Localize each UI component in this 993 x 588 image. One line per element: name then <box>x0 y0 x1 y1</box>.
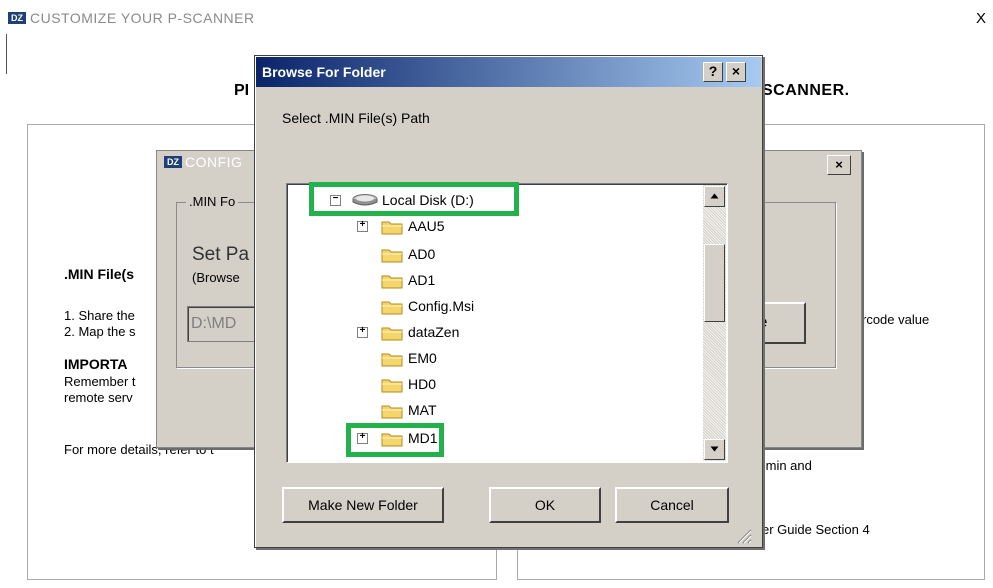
scroll-thumb[interactable] <box>704 244 725 322</box>
barcode-value-text: rcode value <box>862 312 930 327</box>
tree-node-label: AD0 <box>408 246 436 262</box>
scroll-down-button[interactable] <box>704 439 725 460</box>
expand-icon[interactable]: + <box>357 221 368 232</box>
instruction-2: 2. Map the s <box>64 324 136 339</box>
tree-scrollbar[interactable] <box>703 185 726 461</box>
tree-node-label: AD1 <box>408 272 436 288</box>
groupbox-label: .MIN Fo <box>186 194 239 209</box>
user-guide-text: er Guide Section 4 <box>762 522 870 537</box>
folder-icon <box>381 327 403 341</box>
important-label: IMPORTA <box>64 356 128 372</box>
scroll-up-button[interactable] <box>704 186 725 207</box>
tree-node-label: Config.Msi <box>408 298 475 314</box>
close-button[interactable]: × <box>726 62 746 82</box>
min-files-section-label: .MIN File(s <box>64 266 135 282</box>
folder-icon <box>381 221 403 235</box>
highlight-md1 <box>346 423 444 457</box>
folder-icon <box>381 301 403 315</box>
ok-button[interactable]: OK <box>489 487 601 523</box>
remote-server-text: remote serv <box>64 390 133 405</box>
tree-node-label: HD0 <box>408 376 437 392</box>
config-close-button[interactable]: × <box>827 155 851 175</box>
folder-icon <box>381 379 403 393</box>
folder-tree[interactable] <box>286 183 728 463</box>
remember-text: Remember t <box>64 374 136 389</box>
config-dialog-title: CONFIG <box>185 154 243 170</box>
help-button[interactable]: ? <box>703 62 723 82</box>
cancel-button[interactable]: Cancel <box>615 487 729 523</box>
arrow-down-icon <box>710 446 719 452</box>
tree-node-label: dataZen <box>408 324 460 340</box>
highlight-local-disk <box>309 182 519 216</box>
folder-icon <box>381 275 403 289</box>
make-new-folder-button[interactable]: Make New Folder <box>282 487 444 523</box>
instruction-1: 1. Share the <box>64 308 135 323</box>
browse-dialog-title: Browse For Folder <box>262 64 386 80</box>
select-path-prompt: Select .MIN File(s) Path <box>282 110 430 126</box>
page-heading-right: SCANNER. <box>762 82 850 99</box>
tree-node-label: EM0 <box>408 350 437 366</box>
folder-icon <box>381 249 403 263</box>
browse-hint: (Browse <box>192 270 240 285</box>
config-logo-icon: DZ <box>164 156 182 168</box>
app-logo-icon: DZ <box>8 12 26 24</box>
tree-node-label: MAT <box>408 402 437 418</box>
set-path-label: Set Pa <box>192 244 250 265</box>
tree-node-label: AAU5 <box>408 218 445 234</box>
page-heading-left: PI <box>234 82 250 99</box>
expand-icon[interactable]: + <box>357 327 368 338</box>
main-window-title: CUSTOMIZE YOUR P-SCANNER <box>30 10 255 26</box>
main-close-button[interactable]: X <box>969 8 993 30</box>
arrow-up-icon <box>710 193 719 199</box>
window-edge <box>6 34 7 74</box>
folder-icon <box>381 405 403 419</box>
folder-icon <box>381 353 403 367</box>
min-and-text: .min and <box>762 458 812 473</box>
resize-grip-icon[interactable] <box>734 526 752 544</box>
